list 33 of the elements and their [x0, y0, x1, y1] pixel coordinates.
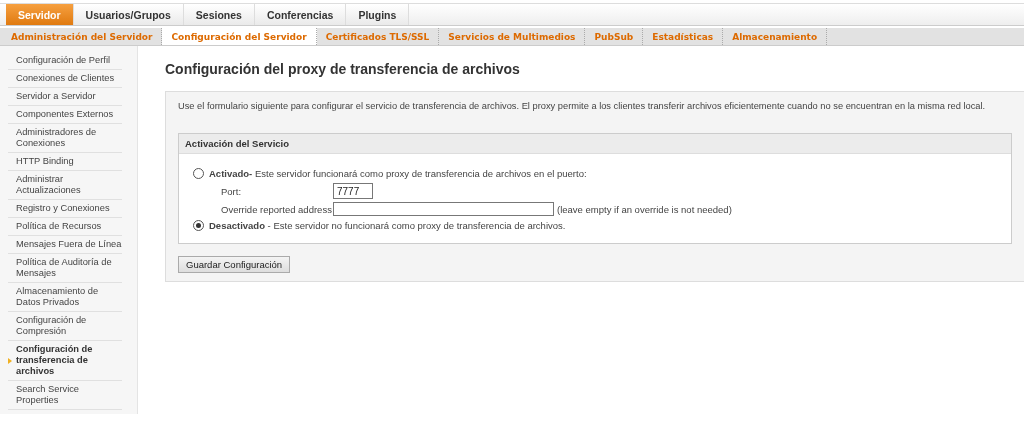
input-field[interactable]: 7777 — [333, 183, 373, 199]
option-label: Activado- Este servidor funcionará como proxy de transferencia de archivos en el puerto: — [209, 168, 587, 179]
sidebar-item[interactable]: Servidor a Servidor — [16, 91, 122, 102]
option-label: Desactivado - Este servidor no funcionará como proxy de transferencia de archivos. — [209, 220, 566, 231]
field-hint: (leave empty if an override is not needed) — [557, 203, 732, 215]
nav-tab[interactable]: Usuarios/Grupos — [73, 4, 184, 25]
sidebar-item[interactable]: Search Service Properties — [16, 384, 122, 406]
nav-tab[interactable]: Sesiones — [183, 4, 255, 25]
pointer-icon — [8, 357, 12, 364]
section-header: Activación del Servicio — [179, 134, 1011, 154]
radio-button[interactable] — [193, 168, 204, 179]
field-label: Port: — [221, 185, 243, 197]
sidebar-item[interactable]: Política de Auditoría de Mensajes — [16, 257, 122, 279]
sidebar-item[interactable]: Configuración de transferencia de archivos — [16, 344, 122, 377]
sidebar-item[interactable]: Mensajes Fuera de Línea — [16, 239, 122, 250]
input-field[interactable] — [333, 202, 554, 216]
radio-button[interactable] — [193, 220, 204, 231]
sidebar-item[interactable]: Administradores de Conexiones — [16, 127, 122, 149]
description: Use el formulario siguiente para configurar el servicio de transferencia de archivos. El proxy permite a los clientes transferir archivos eficientemente cuando no se encuentran en la misma red local. — [178, 101, 987, 111]
sidebar-item[interactable]: Configuración de Perfil — [16, 55, 122, 66]
page-title: Configuración del proxy de transferencia de archivos — [165, 61, 521, 77]
sidebar-item[interactable]: Registro y Conexiones — [16, 203, 122, 214]
sidebar-item[interactable]: Componentes Externos — [16, 109, 122, 120]
save-button[interactable]: Guardar Configuración — [178, 256, 291, 273]
nav-tab[interactable]: Conferencias — [254, 4, 347, 25]
sidebar-item[interactable]: HTTP Binding — [16, 156, 122, 167]
sidebar-item[interactable]: Almacenamiento de Datos Privados — [16, 286, 122, 308]
sidebar-item[interactable]: Configuración de Compresión — [16, 315, 122, 337]
nav-tab[interactable]: Plugins — [346, 4, 410, 25]
sidebar-item[interactable]: Política de Recursos — [16, 221, 122, 232]
field-label: Override reported address — [221, 203, 333, 215]
sidebar-item[interactable]: Conexiones de Clientes — [16, 73, 122, 84]
sidebar-item[interactable]: Administrar Actualizaciones — [16, 174, 122, 196]
